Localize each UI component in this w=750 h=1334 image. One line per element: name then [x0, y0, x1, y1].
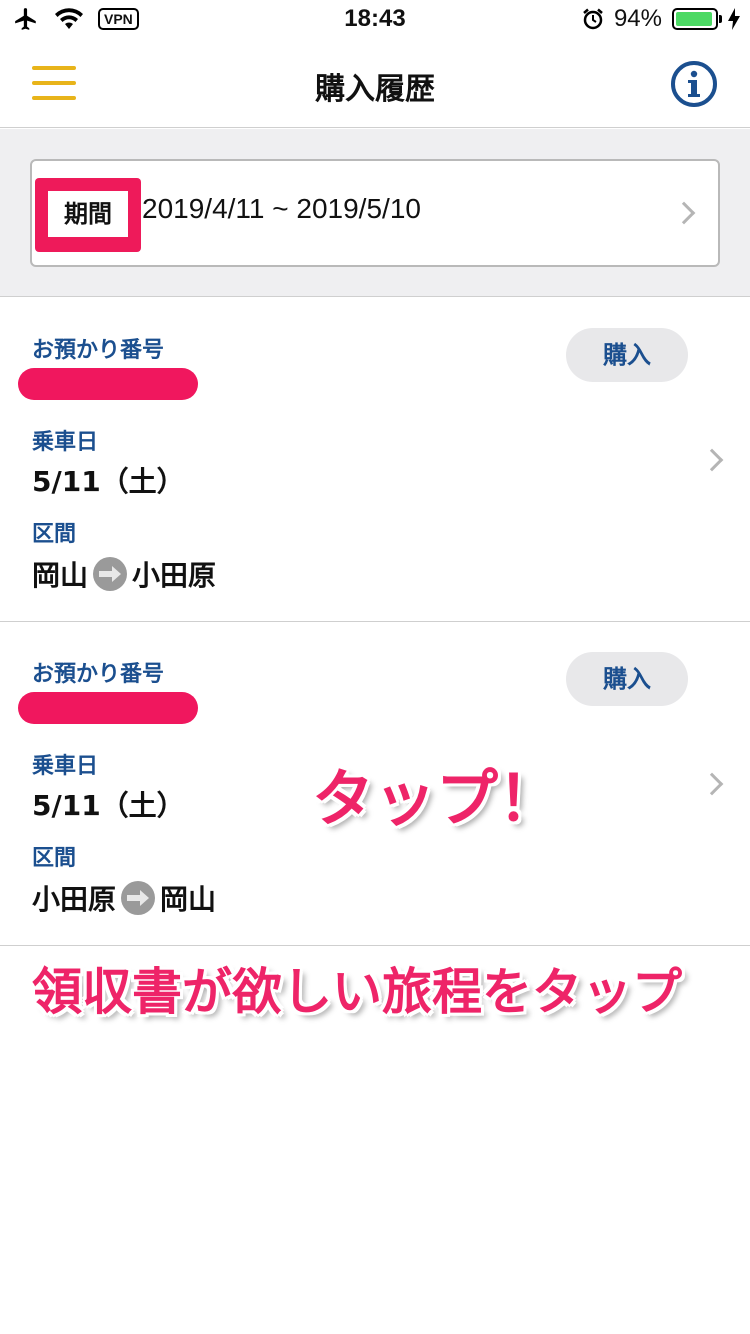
chevron-right-icon: [672, 201, 696, 225]
route-from: 岡山: [32, 559, 89, 592]
route-to: 小田原: [132, 559, 217, 592]
section-label: 区間: [32, 522, 77, 547]
ride-date-label: 乗車日: [32, 754, 99, 779]
charging-bolt-icon: [728, 8, 740, 30]
ride-date-label: 乗車日: [32, 430, 99, 455]
chevron-right-icon: [700, 448, 724, 472]
buy-button[interactable]: 購入: [566, 328, 688, 382]
trip-item-1[interactable]: お預かり番号 購入 乗車日 5/11（土） 区間 岡山 小田原: [0, 298, 750, 622]
battery-fill: [676, 12, 712, 26]
reservation-number-redacted: [18, 368, 198, 400]
route: 小田原 岡山: [32, 878, 216, 918]
route-to: 岡山: [160, 883, 217, 916]
reservation-number-label: お預かり番号: [32, 338, 165, 363]
arrow-right-circle-icon: [93, 557, 128, 591]
route-from: 小田原: [32, 883, 117, 916]
nav-bar: 購入履歴: [0, 40, 750, 128]
reservation-number-label: お預かり番号: [32, 662, 165, 687]
status-bar: VPN 18:43 94%: [0, 0, 750, 40]
battery-icon: [672, 8, 722, 30]
period-selector[interactable]: 期間 2019/4/11 ~ 2019/5/10: [30, 159, 720, 267]
ride-date-value: 5/11（土）: [32, 465, 185, 498]
status-right: 94%: [582, 5, 740, 33]
arrow-right-circle-icon: [121, 881, 156, 915]
info-icon[interactable]: [670, 60, 718, 108]
route: 岡山 小田原: [32, 554, 216, 594]
page-title: 購入履歴: [315, 72, 435, 107]
period-value: 2019/4/11 ~ 2019/5/10: [142, 193, 421, 224]
period-label-highlight: 期間: [35, 178, 141, 252]
hint-annotation: 領収書が欲しい旅程をタップ: [32, 963, 682, 1021]
tap-annotation: タップ！: [312, 762, 561, 835]
reservation-number-redacted: [18, 692, 198, 724]
alarm-icon: [583, 8, 603, 30]
buy-button[interactable]: 購入: [566, 652, 688, 706]
battery-percent: 94%: [613, 5, 662, 32]
chevron-right-icon: [700, 772, 724, 796]
period-section: 期間 2019/4/11 ~ 2019/5/10: [0, 129, 750, 297]
section-label: 区間: [32, 846, 77, 871]
ride-date-value: 5/11（土）: [32, 789, 185, 822]
period-label: 期間: [48, 191, 128, 237]
